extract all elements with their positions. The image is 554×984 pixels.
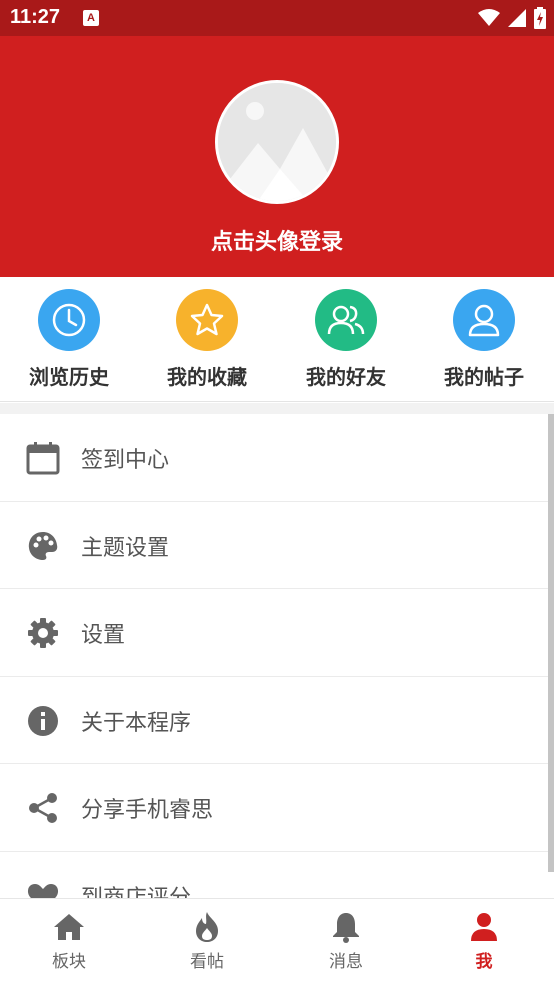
menu-label-share: 分享手机睿思 bbox=[81, 798, 214, 824]
avatar-placeholder-icon bbox=[218, 83, 336, 201]
signal-icon bbox=[508, 9, 526, 27]
bottom-nav: 板块 看帖 消息 我 bbox=[0, 898, 554, 984]
share-icon bbox=[26, 791, 60, 825]
nav-item-me[interactable]: 我 bbox=[415, 911, 553, 972]
menu-item-share[interactable]: 分享手机睿思 bbox=[0, 764, 554, 852]
quick-actions: 浏览历史 我的收藏 我的好友 我的帖子 bbox=[0, 277, 554, 402]
battery-icon bbox=[534, 7, 546, 29]
menu-item-theme[interactable]: 主题设置 bbox=[0, 502, 554, 590]
menu-label-rate: 到商店评分 bbox=[81, 880, 191, 898]
nav-item-posts[interactable]: 看帖 bbox=[138, 911, 276, 972]
me-icon bbox=[415, 911, 553, 943]
notification-app-icon: A bbox=[83, 10, 99, 26]
person-icon bbox=[453, 289, 515, 351]
gear-icon bbox=[26, 616, 60, 650]
nav-label-messages: 消息 bbox=[329, 952, 363, 972]
friends-icon bbox=[315, 289, 377, 351]
nav-item-messages[interactable]: 消息 bbox=[277, 911, 415, 972]
heart-icon bbox=[26, 879, 60, 898]
menu-label-settings: 设置 bbox=[81, 623, 126, 649]
info-icon bbox=[26, 704, 60, 738]
status-icons bbox=[478, 6, 546, 30]
menu-label-checkin: 签到中心 bbox=[81, 448, 170, 473]
quick-label-friends: 我的好友 bbox=[306, 365, 386, 389]
quick-item-posts[interactable]: 我的帖子 bbox=[415, 289, 553, 390]
menu-item-settings[interactable]: 设置 bbox=[0, 589, 554, 677]
quick-label-history: 浏览历史 bbox=[29, 365, 109, 389]
home-icon bbox=[0, 911, 138, 943]
section-divider bbox=[0, 403, 554, 414]
bell-icon bbox=[277, 911, 415, 943]
nav-label-me: 我 bbox=[475, 952, 493, 972]
settings-menu: 签到中心 主题设置 设置 关于本程序 分享手机睿思 到商店评分 bbox=[0, 414, 554, 898]
nav-item-boards[interactable]: 板块 bbox=[0, 911, 138, 972]
scrollbar[interactable] bbox=[548, 414, 554, 872]
nav-label-boards: 板块 bbox=[52, 952, 86, 972]
profile-header: 点击头像登录 bbox=[0, 36, 554, 277]
nav-label-posts: 看帖 bbox=[190, 952, 224, 972]
clock-icon bbox=[38, 289, 100, 351]
avatar[interactable] bbox=[215, 80, 339, 204]
calendar-icon bbox=[26, 441, 60, 475]
wifi-icon bbox=[478, 9, 500, 26]
status-time: 11:27 bbox=[10, 6, 61, 28]
quick-item-friends[interactable]: 我的好友 bbox=[277, 289, 415, 390]
menu-item-about[interactable]: 关于本程序 bbox=[0, 677, 554, 765]
menu-label-theme: 主题设置 bbox=[81, 535, 170, 561]
login-prompt[interactable]: 点击头像登录 bbox=[0, 224, 554, 256]
quick-item-favorites[interactable]: 我的收藏 bbox=[138, 289, 276, 390]
menu-item-checkin[interactable]: 签到中心 bbox=[0, 414, 554, 502]
quick-item-history[interactable]: 浏览历史 bbox=[0, 289, 138, 390]
star-icon bbox=[176, 289, 238, 351]
palette-icon bbox=[26, 529, 60, 563]
quick-label-posts: 我的帖子 bbox=[444, 365, 524, 389]
status-bar: 11:27 A bbox=[0, 0, 554, 36]
quick-label-favorites: 我的收藏 bbox=[167, 365, 247, 389]
menu-label-about: 关于本程序 bbox=[81, 710, 192, 736]
flame-icon bbox=[138, 911, 276, 943]
menu-item-rate[interactable]: 到商店评分 bbox=[0, 852, 554, 898]
